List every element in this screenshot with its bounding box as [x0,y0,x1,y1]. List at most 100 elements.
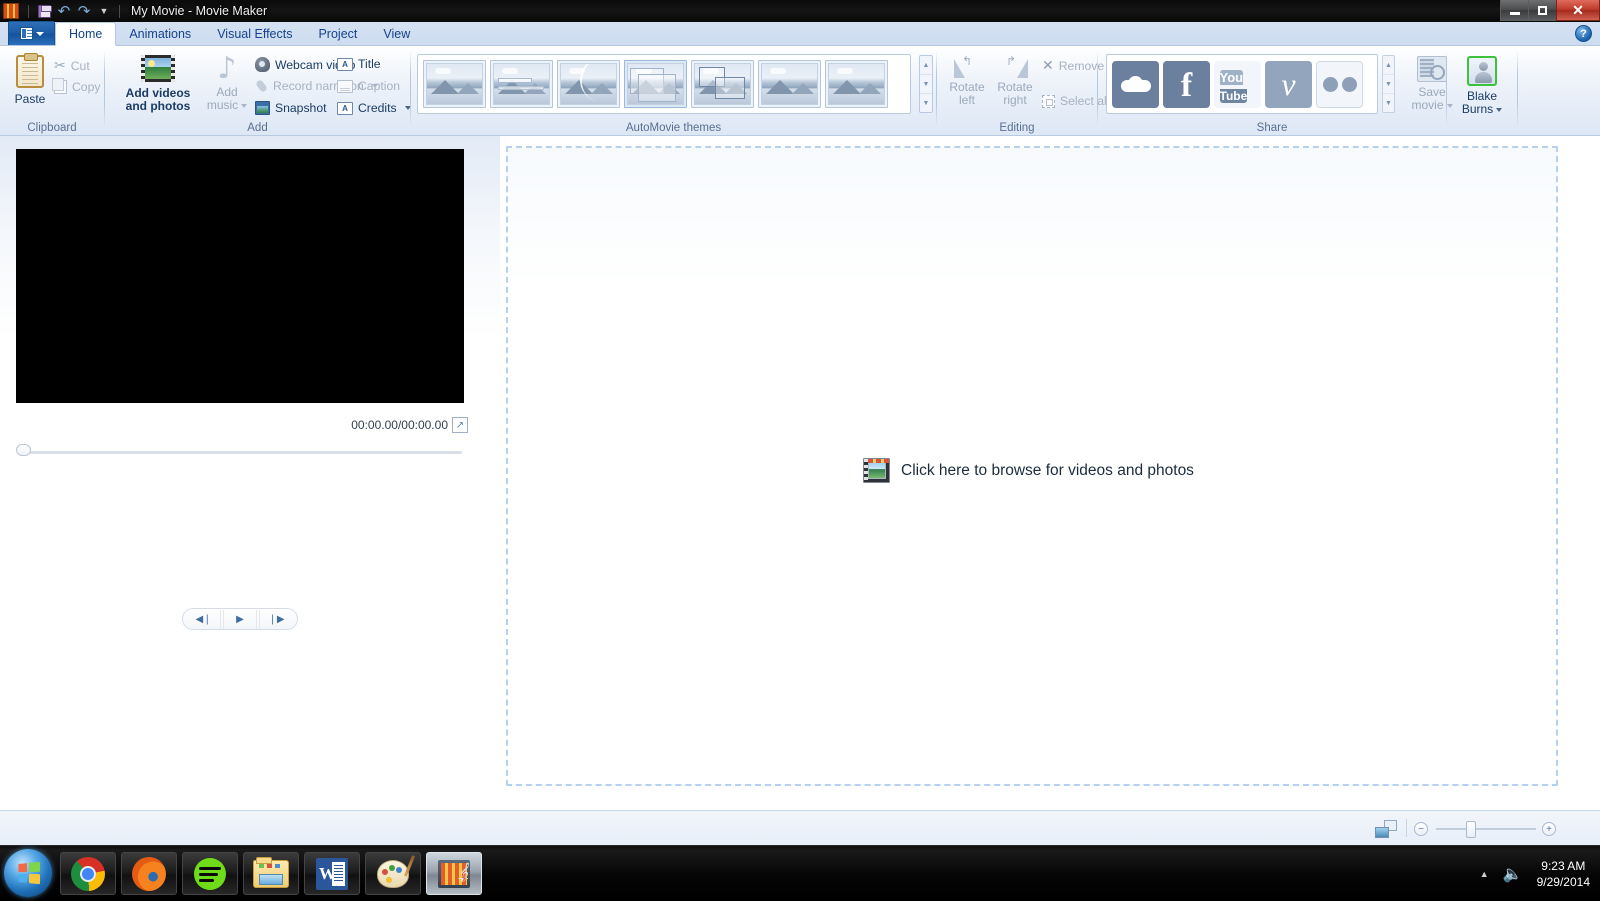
paste-button[interactable]: Paste [8,55,52,106]
vimeo-icon: v [1281,68,1295,100]
group-label-share: Share [1098,122,1446,134]
copy-label: Copy [72,80,100,94]
theme-contemporary[interactable] [490,60,553,108]
share-scroll-up-icon[interactable]: ▲ [1383,56,1394,75]
ribbon-group-share: f You Tube v ▲ ▼ ▼ Save movie [1098,46,1446,136]
minimize-button[interactable] [1500,0,1529,21]
chevron-down-icon [241,104,247,108]
fullscreen-button[interactable]: ↗ [452,417,468,433]
theme-cinematic[interactable] [557,60,620,108]
show-hidden-icons-icon[interactable]: ▲ [1480,869,1489,879]
redo-icon[interactable]: ↷ [74,2,94,21]
ribbon-group-editing: ↰ Rotate left ↱ Rotate right ✕ Remove Se… [937,46,1097,136]
share-scroll-down-icon[interactable]: ▼ [1383,75,1394,94]
add-videos-and-photos-button[interactable]: Add videos and photos [115,55,201,113]
storyboard-panel[interactable]: Click here to browse for videos and phot… [506,146,1558,786]
music-note-icon: ♪ [217,55,236,83]
title-button[interactable]: A Title [337,57,381,71]
share-gallery-scroll[interactable]: ▲ ▼ ▼ [1382,55,1395,113]
share-flickr-button[interactable] [1316,61,1363,108]
start-button[interactable] [4,849,52,897]
theme-fade[interactable] [624,60,687,108]
ribbon-sep-6 [1517,51,1518,127]
rotate-left-icon: ↰ [954,56,980,78]
taskbar-item-chrome[interactable] [60,852,116,895]
group-label-editing: Editing [937,122,1097,134]
caption-button[interactable]: Caption [337,79,400,93]
facebook-icon: f [1181,69,1192,103]
previous-frame-button[interactable]: ◀❘ [187,610,221,629]
rotate-right-button[interactable]: ↱ Rotate right [992,56,1038,107]
snapshot-button[interactable]: Snapshot [255,101,327,115]
close-button[interactable]: ✕ [1556,0,1600,21]
zoom-slider-thumb[interactable] [1466,821,1476,838]
rotate-left-button[interactable]: ↰ Rotate left [944,56,990,107]
add-music-button[interactable]: ♪ Add music [203,55,251,112]
redo-glyph: ↷ [78,4,91,19]
theme-scroll-down-icon[interactable]: ▼ [920,75,932,94]
microphone-icon [255,79,268,93]
zoom-slider-track[interactable] [1436,828,1536,830]
seek-bar[interactable] [18,451,462,454]
help-icon[interactable]: ? [1575,25,1592,42]
tab-project-label: Project [318,27,357,41]
cut-button[interactable]: ✂ Cut [54,58,90,74]
clock[interactable]: 9:23 AM 9/29/2014 [1537,858,1590,890]
volume-icon[interactable]: 🔈 [1503,864,1523,883]
taskbar-item-spotify[interactable] [182,852,238,895]
remove-button[interactable]: ✕ Remove [1042,58,1104,74]
theme-sepia[interactable] [758,60,821,108]
seek-thumb[interactable] [16,444,31,456]
window-title: My Movie - Movie Maker [131,4,267,18]
tab-project[interactable]: Project [305,22,370,45]
app-icon [3,3,19,19]
taskbar-item-explorer[interactable] [243,852,299,895]
theme-no-theme[interactable] [423,60,486,108]
tab-home-label: Home [69,27,102,41]
tab-animations-label: Animations [129,27,191,41]
video-preview-screen[interactable] [16,149,464,403]
save-icon[interactable] [34,2,54,21]
copy-icon [54,80,67,94]
next-frame-button[interactable]: ❘▶ [259,610,293,629]
ribbon-group-account: Blake Burns [1447,46,1517,136]
share-youtube-button[interactable]: You Tube [1214,61,1261,108]
browse-prompt[interactable]: Click here to browse for videos and phot… [863,458,1194,483]
title-bar: ↶ ↷ ▼ My Movie - Movie Maker ✕ [0,0,1600,22]
copy-button[interactable]: Copy [54,80,100,94]
tab-animations[interactable]: Animations [116,22,204,45]
tab-view[interactable]: View [370,22,423,45]
theme-gallery-expand-icon[interactable]: ▼ [920,94,932,112]
share-facebook-button[interactable]: f [1163,61,1210,108]
share-onedrive-button[interactable] [1112,61,1159,108]
credits-button[interactable]: A Credits [337,101,411,115]
paint-icon [377,860,409,888]
taskbar-item-firefox[interactable] [121,852,177,895]
clock-time: 9:23 AM [1537,858,1590,874]
customize-qat-icon[interactable]: ▼ [94,2,114,21]
theme-scroll-up-icon[interactable]: ▲ [920,56,932,75]
play-button[interactable]: ▶ [223,610,257,629]
share-gallery-expand-icon[interactable]: ▼ [1383,94,1394,112]
rotate-right-label-2: right [1003,94,1026,107]
tab-visual-effects[interactable]: Visual Effects [204,22,305,45]
zoom-out-button[interactable]: − [1414,822,1428,836]
help-glyph: ? [1580,28,1587,40]
view-toggle-button[interactable] [1375,820,1397,838]
close-icon: ✕ [1572,3,1584,17]
taskbar-item-movie-maker[interactable]: 𝄞 [426,852,482,895]
zoom-in-button[interactable]: + [1542,822,1556,836]
theme-pan-and-zoom[interactable] [691,60,754,108]
undo-icon[interactable]: ↶ [54,2,74,21]
maximize-button[interactable] [1528,0,1557,21]
theme-default[interactable] [825,60,888,108]
tab-home[interactable]: Home [55,22,116,46]
share-vimeo-button[interactable]: v [1265,61,1312,108]
account-button[interactable]: Blake Burns [1453,56,1511,116]
file-menu-button[interactable] [8,21,55,45]
taskbar-item-paint[interactable] [365,852,421,895]
undo-glyph: ↶ [58,4,71,19]
theme-gallery-scroll[interactable]: ▲ ▼ ▼ [919,55,933,113]
taskbar-item-word[interactable]: W [304,852,360,895]
browse-media-icon [863,458,890,483]
